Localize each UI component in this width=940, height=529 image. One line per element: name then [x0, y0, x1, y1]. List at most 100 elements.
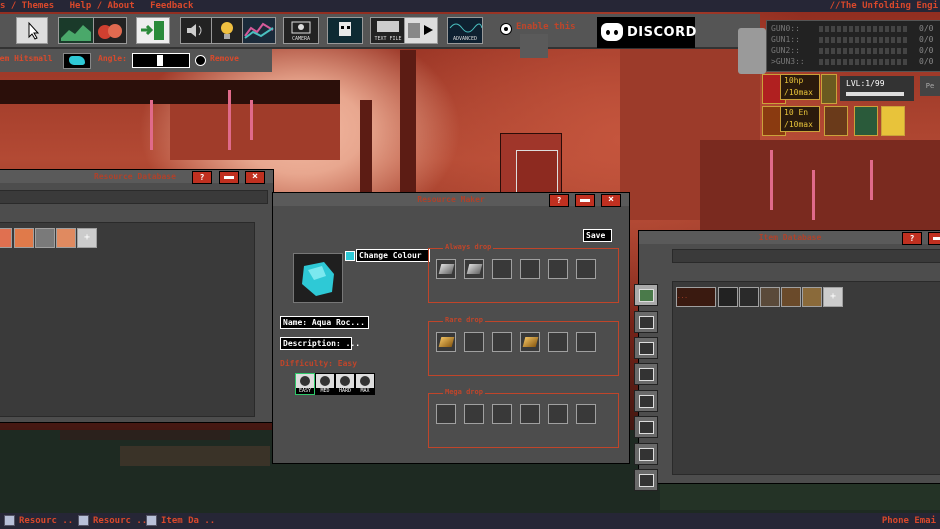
advanced-tool-button[interactable]: ADVANCED	[447, 17, 483, 44]
minimize-button[interactable]	[928, 232, 940, 245]
add-item-button[interactable]: +	[823, 287, 843, 307]
taskbar-item-label: Item Da ..	[161, 516, 216, 526]
code-play-icon	[408, 23, 433, 38]
name-field[interactable]: Name: Aqua Roc...	[280, 316, 369, 329]
map-icon[interactable]	[854, 106, 878, 136]
drop-slot[interactable]	[436, 404, 456, 424]
remove-radio[interactable]	[195, 55, 206, 66]
item-entry[interactable]	[781, 287, 801, 307]
gun-ammo-bar	[819, 26, 907, 32]
category-tab-tool[interactable]	[634, 469, 658, 491]
difficulty-easy-button[interactable]: EASY	[295, 373, 315, 395]
always-drop-group: Always drop	[428, 243, 619, 303]
drop-slot[interactable]	[520, 404, 540, 424]
drop-slot-gold[interactable]	[520, 332, 540, 352]
difficulty-med-button[interactable]: MED	[315, 373, 335, 395]
advanced-label: ADVANCED	[452, 36, 478, 42]
help-button[interactable]: ?	[902, 232, 922, 245]
angle-slider[interactable]	[132, 53, 190, 68]
drop-slot-gold[interactable]	[436, 332, 456, 352]
taskbar-item[interactable]: Item Da ..	[146, 513, 215, 529]
cursor-tool-button[interactable]	[16, 17, 48, 44]
drop-slot[interactable]	[492, 259, 512, 279]
minimize-button[interactable]	[575, 194, 595, 207]
gun-ammo-bar	[819, 59, 907, 65]
potion-icon	[98, 24, 122, 39]
search-strip	[672, 249, 940, 263]
gun-value: 0/0	[919, 57, 934, 66]
dpad-icon[interactable]	[881, 106, 905, 136]
drop-slot[interactable]	[548, 404, 568, 424]
code-tool-button[interactable]	[404, 17, 438, 44]
drop-slot[interactable]	[576, 332, 596, 352]
drop-slot-iron[interactable]	[436, 259, 456, 279]
close-button[interactable]	[601, 194, 621, 207]
discord-button[interactable]: DISCORD	[597, 17, 696, 48]
category-tab-map[interactable]	[634, 284, 658, 306]
drop-slot-iron[interactable]	[464, 259, 484, 279]
category-tab-weapon[interactable]	[634, 390, 658, 412]
add-resource-button[interactable]: +	[77, 228, 97, 248]
item-entry[interactable]: ...	[676, 287, 716, 307]
drop-slot[interactable]	[464, 332, 484, 352]
category-tab-armor[interactable]	[634, 443, 658, 465]
description-field[interactable]: Description: ...	[280, 337, 360, 350]
pe-button[interactable]: Pe	[920, 76, 940, 96]
colour-swatch[interactable]	[345, 251, 355, 261]
enable-radio-label: Enable this	[516, 22, 576, 32]
resource-item[interactable]	[0, 228, 12, 248]
drop-slot[interactable]	[492, 332, 512, 352]
resource-item[interactable]	[35, 228, 55, 248]
robot-portrait	[738, 28, 766, 74]
enable-radio[interactable]	[500, 23, 512, 35]
potion-tool-button[interactable]	[93, 17, 127, 44]
item-entry[interactable]	[739, 287, 759, 307]
taskbar-item[interactable]: Resourc ..	[78, 513, 147, 529]
drop-slot[interactable]	[576, 404, 596, 424]
taskbar-item[interactable]: Resourc ..	[4, 513, 73, 529]
color-graph-tool-button[interactable]	[242, 17, 276, 44]
minimize-button[interactable]	[219, 171, 239, 184]
drop-slot[interactable]	[492, 404, 512, 424]
save-button[interactable]: Save	[583, 229, 612, 242]
menu-themes[interactable]: s / Themes	[0, 1, 54, 11]
close-button[interactable]	[245, 171, 265, 184]
drop-slot[interactable]	[520, 259, 540, 279]
item-entry[interactable]	[802, 287, 822, 307]
menu-help-about[interactable]: Help / About	[70, 1, 135, 11]
lightbulb-tool-button[interactable]	[211, 17, 243, 44]
backpack-icon[interactable]	[824, 106, 848, 136]
resource-item[interactable]	[14, 228, 34, 248]
audio-tool-button[interactable]	[180, 17, 212, 44]
mega-drop-group: Mega drop	[428, 388, 619, 448]
help-button[interactable]: ?	[192, 171, 212, 184]
category-tab-pot[interactable]	[634, 311, 658, 333]
toolbar-tab	[520, 34, 548, 58]
difficulty-hard-button[interactable]: HARD	[335, 373, 355, 395]
resource-database-window: Resource Database ? +	[0, 169, 274, 423]
resource-item[interactable]	[56, 228, 76, 248]
drop-slot[interactable]	[548, 332, 568, 352]
taskbar-right-links[interactable]: Phone Emai	[882, 513, 936, 529]
character-tool-button[interactable]	[327, 17, 363, 44]
drop-slot[interactable]	[576, 259, 596, 279]
help-button[interactable]: ?	[549, 194, 569, 207]
item-color-swatch[interactable]	[63, 53, 91, 69]
drop-slot[interactable]	[548, 259, 568, 279]
energy-value: 10 En	[784, 108, 809, 117]
drop-slot[interactable]	[464, 404, 484, 424]
item-entry[interactable]	[718, 287, 738, 307]
text-file-tool-button[interactable]: TEXT FILE	[370, 17, 406, 44]
exit-door-tool-button[interactable]	[136, 17, 170, 44]
terrain-tool-button[interactable]	[58, 17, 94, 44]
camera-tool-button[interactable]: CAMERA	[283, 17, 319, 44]
difficulty-max-button[interactable]: MAX	[355, 373, 375, 395]
resource-list: +	[0, 222, 255, 417]
category-tab-crate[interactable]	[634, 416, 658, 438]
category-tab-bowl[interactable]	[634, 363, 658, 385]
menu-feedback[interactable]: Feedback	[150, 1, 193, 11]
item-entry[interactable]	[760, 287, 780, 307]
character-portrait-icon	[339, 22, 351, 36]
change-colour-button[interactable]: Change Colour	[356, 249, 430, 262]
category-tab-chest[interactable]	[634, 337, 658, 359]
